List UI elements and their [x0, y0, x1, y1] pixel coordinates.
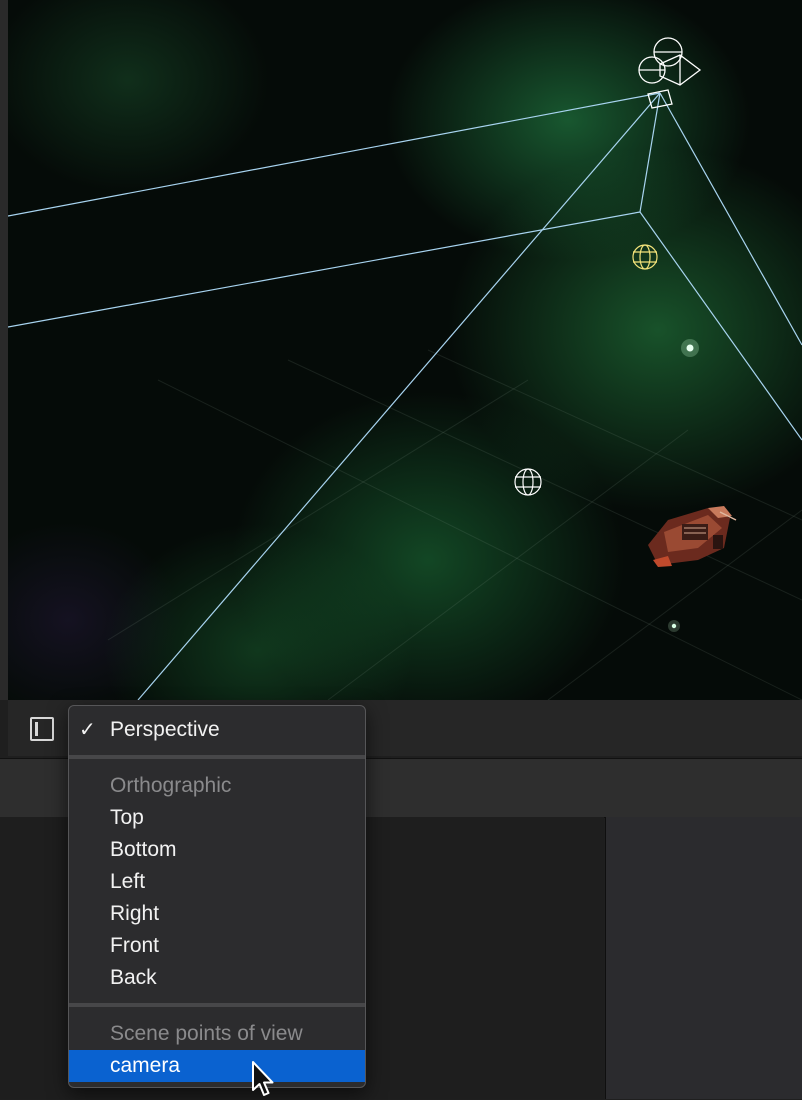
arrow-cursor-icon — [252, 1061, 274, 1096]
menu-item-camera[interactable]: camera — [69, 1050, 365, 1082]
bottom-right-pane — [605, 817, 802, 1099]
menu-separator — [69, 755, 365, 759]
menu-item-perspective[interactable]: ✓ Perspective — [69, 714, 365, 746]
menu-header-orthographic: Orthographic — [110, 774, 232, 797]
menu-item-right[interactable]: Right — [69, 898, 365, 930]
menu-item-label: Perspective — [110, 718, 220, 741]
point-of-view-menu: ✓ Perspective Orthographic Top Bottom Le… — [68, 705, 366, 1088]
camera-gizmo[interactable] — [638, 37, 702, 109]
menu-item-bottom[interactable]: Bottom — [69, 834, 365, 866]
menu-separator — [69, 1003, 365, 1007]
sidebar-left-icon[interactable] — [30, 717, 54, 741]
menu-item-top[interactable]: Top — [69, 802, 365, 834]
sphere-gizmo[interactable] — [514, 468, 542, 496]
spaceship-model[interactable] — [648, 506, 737, 567]
menu-item-back[interactable]: Back — [69, 962, 365, 994]
left-edge — [0, 0, 8, 700]
menu-item-front[interactable]: Front — [69, 930, 365, 962]
menu-header-scene-pov: Scene points of view — [110, 1022, 303, 1045]
scene-viewport[interactable] — [8, 0, 802, 700]
camera-frustum — [8, 92, 802, 700]
menu-item-left[interactable]: Left — [69, 866, 365, 898]
light-gizmo[interactable] — [632, 244, 658, 270]
light-glows — [668, 339, 699, 632]
checkmark-icon: ✓ — [79, 719, 96, 741]
scene-svg — [8, 37, 802, 700]
